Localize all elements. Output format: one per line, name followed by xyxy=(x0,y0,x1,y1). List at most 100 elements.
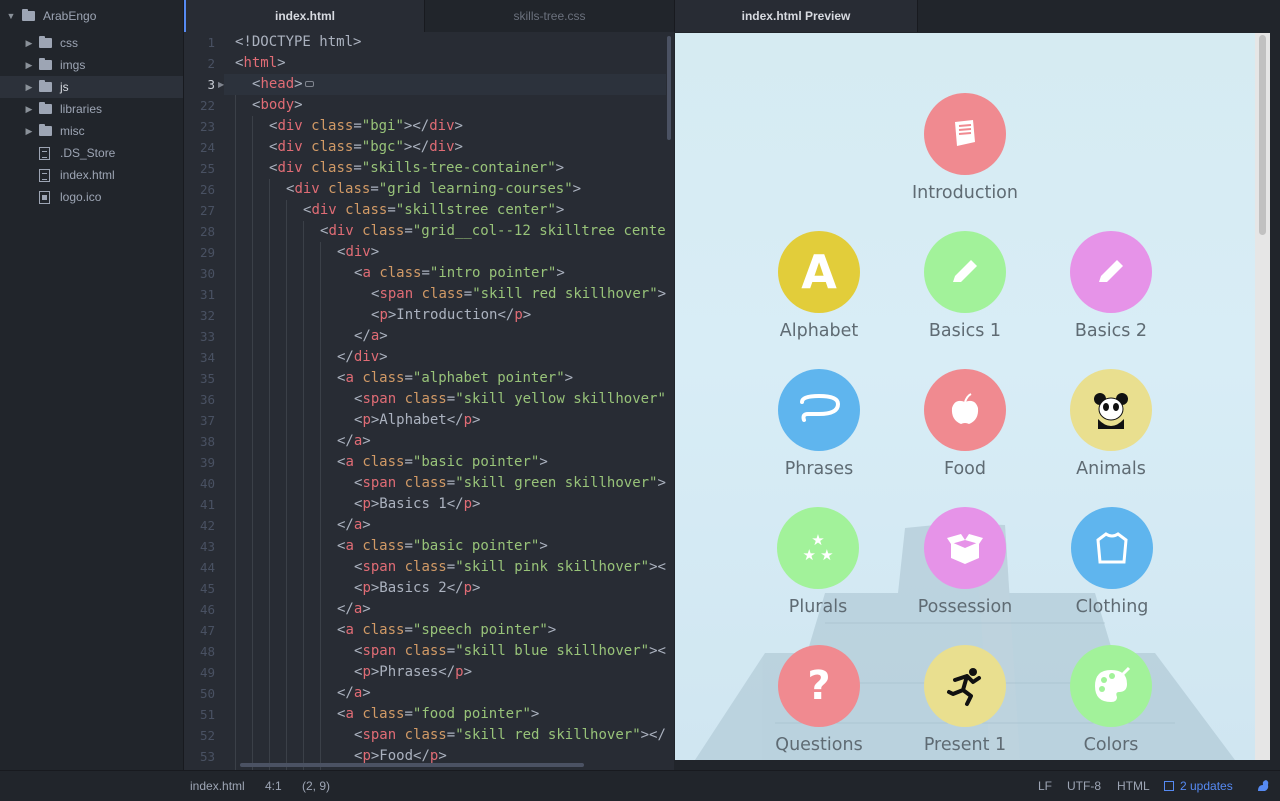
skill-questions[interactable]: ? Questions xyxy=(749,645,889,755)
code-line[interactable]: <a class="alphabet pointer"> xyxy=(337,368,573,389)
tab-index-html-preview[interactable]: index.html Preview xyxy=(675,0,918,32)
code-line[interactable]: <div class="skillstree center"> xyxy=(303,200,564,221)
code-line[interactable]: <div class="bgc"></div> xyxy=(269,137,463,158)
code-line[interactable]: <html> xyxy=(235,53,286,74)
skill-circle[interactable] xyxy=(1070,369,1152,451)
code-line[interactable]: <body> xyxy=(252,95,303,116)
status-line-ending[interactable]: LF xyxy=(1038,771,1052,801)
chevron-right-icon[interactable]: ▶ xyxy=(22,126,36,137)
code-line[interactable]: <div> xyxy=(337,242,379,263)
skill-present-1[interactable]: Present 1 xyxy=(895,645,1035,755)
code-line[interactable]: </a> xyxy=(337,683,371,704)
chevron-right-icon[interactable]: ▶ xyxy=(22,82,36,93)
code-line[interactable]: <p>Basics 1</p> xyxy=(354,494,480,515)
folder-icon xyxy=(39,124,52,136)
skill-plurals[interactable]: ★ ★ ★ Plurals xyxy=(748,507,888,617)
code-line[interactable]: <span class="skill green skillhover"> xyxy=(354,473,666,494)
code-line[interactable]: </a> xyxy=(354,326,388,347)
tree-item-js[interactable]: ▶ js xyxy=(0,76,183,98)
tree-item-index-html[interactable]: index.html xyxy=(0,164,183,186)
status-file-path[interactable]: index.html xyxy=(190,771,245,801)
skill-basics-2[interactable]: Basics 2 xyxy=(1041,231,1181,341)
tree-project-root[interactable]: ▼ ArabEngo xyxy=(0,5,183,27)
tree-item-libraries[interactable]: ▶ libraries xyxy=(0,98,183,120)
skill-circle[interactable] xyxy=(778,369,860,451)
code-line[interactable]: <head> xyxy=(252,74,314,95)
tree-item-ds-store[interactable]: .DS_Store xyxy=(0,142,183,164)
tree-item-misc[interactable]: ▶ misc xyxy=(0,120,183,142)
code-line[interactable]: <a class="basic pointer"> xyxy=(337,536,548,557)
skill-circle[interactable] xyxy=(924,93,1006,175)
code-line[interactable]: <!DOCTYPE html> xyxy=(235,32,361,53)
skill-circle[interactable] xyxy=(924,507,1006,589)
editor-horizontal-scrollbar[interactable] xyxy=(240,763,584,767)
code-line[interactable]: <p>Alphabet</p> xyxy=(354,410,480,431)
code-line[interactable]: <a class="intro pointer"> xyxy=(354,263,565,284)
skill-alphabet[interactable]: A Alphabet xyxy=(749,231,889,341)
folded-ellipsis-icon[interactable] xyxy=(304,81,314,87)
skill-circle[interactable]: A xyxy=(778,231,860,313)
skill-introduction[interactable]: Introduction xyxy=(895,93,1035,203)
line-number: 49 xyxy=(199,665,215,680)
skill-animals[interactable]: Animals xyxy=(1041,369,1181,479)
code-line[interactable]: </a> xyxy=(337,431,371,452)
chevron-right-icon[interactable]: ▶ xyxy=(22,60,36,71)
skill-circle[interactable]: ★ ★ ★ xyxy=(777,507,859,589)
code-line[interactable]: <a class="basic pointer"> xyxy=(337,452,548,473)
skill-basics-1[interactable]: Basics 1 xyxy=(895,231,1035,341)
code-line[interactable]: <p>Basics 2</p> xyxy=(354,578,480,599)
chevron-down-icon[interactable]: ▼ xyxy=(4,11,18,21)
line-number: 41 xyxy=(199,497,215,512)
code-line[interactable]: <span class="skill red skillhover"> xyxy=(371,284,666,305)
status-updates[interactable]: 2 updates xyxy=(1164,771,1233,801)
project-name: ArabEngo xyxy=(43,9,97,23)
tab-skills-tree-css[interactable]: skills-tree.css xyxy=(425,0,675,32)
status-encoding[interactable]: UTF-8 xyxy=(1067,771,1101,801)
skill-circle[interactable] xyxy=(924,645,1006,727)
tree-item-logo-ico[interactable]: logo.ico xyxy=(0,186,183,208)
code-line[interactable]: <div class="grid learning-courses"> xyxy=(286,179,581,200)
chevron-right-icon[interactable]: ▶ xyxy=(22,38,36,49)
fold-arrow-icon[interactable]: ▶ xyxy=(218,74,224,95)
code-line[interactable]: <div class="skills-tree-container"> xyxy=(269,158,564,179)
skill-food[interactable]: Food xyxy=(895,369,1035,479)
editor-vertical-scrollbar[interactable] xyxy=(667,36,671,140)
code-line[interactable]: <span class="skill blue skillhover">< xyxy=(354,641,666,662)
skill-circle[interactable] xyxy=(1071,507,1153,589)
skill-circle[interactable] xyxy=(924,231,1006,313)
code-line[interactable]: <a class="speech pointer"> xyxy=(337,620,556,641)
line-number: 29 xyxy=(199,245,215,260)
code-line[interactable]: <span class="skill pink skillhover">< xyxy=(354,557,666,578)
code-editor[interactable]: 1 2 3 22 23 24 25 26 27 28 29 30 31 32 33 34 35 36 37 38 39 4… xyxy=(184,32,674,770)
skill-colors[interactable]: Colors xyxy=(1041,645,1181,755)
code-line[interactable]: <div class="grid__col--12 skilltree cent… xyxy=(320,221,666,242)
status-grammar[interactable]: HTML xyxy=(1117,771,1150,801)
code-line[interactable]: <a class="food pointer"> xyxy=(337,704,539,725)
tree-item-css[interactable]: ▶ css xyxy=(0,32,183,54)
skill-circle[interactable] xyxy=(924,369,1006,451)
skill-possession[interactable]: Possession xyxy=(895,507,1035,617)
code-line[interactable]: <div class="bgi"></div> xyxy=(269,116,463,137)
code-line[interactable]: <span class="skill yellow skillhover" xyxy=(354,389,666,410)
code-line[interactable]: </div> xyxy=(337,347,388,368)
preview-scrollbar[interactable] xyxy=(1255,33,1270,760)
tab-index-html[interactable]: index.html xyxy=(184,0,425,32)
line-number: 3 xyxy=(207,77,215,92)
html-preview-pane[interactable]: Introduction A Alphabet Basics 1 Basics … xyxy=(675,33,1255,760)
tree-item-imgs[interactable]: ▶ imgs xyxy=(0,54,183,76)
status-cursor-position[interactable]: 4:1 xyxy=(265,771,282,801)
skill-circle[interactable] xyxy=(1070,645,1152,727)
code-line[interactable]: <span class="skill red skillhover"></ xyxy=(354,725,666,746)
chevron-right-icon[interactable]: ▶ xyxy=(22,104,36,115)
preview-scroll-thumb[interactable] xyxy=(1259,35,1266,235)
code-line[interactable]: <p>Introduction</p> xyxy=(371,305,531,326)
skill-circle[interactable]: ? xyxy=(778,645,860,727)
skill-circle[interactable] xyxy=(1070,231,1152,313)
book-icon xyxy=(955,120,975,146)
skill-clothing[interactable]: Clothing xyxy=(1042,507,1182,617)
skill-phrases[interactable]: Phrases xyxy=(749,369,889,479)
code-line[interactable]: </a> xyxy=(337,515,371,536)
code-line[interactable]: </a> xyxy=(337,599,371,620)
squirrel-icon[interactable] xyxy=(1256,779,1270,796)
code-line[interactable]: <p>Phrases</p> xyxy=(354,662,472,683)
